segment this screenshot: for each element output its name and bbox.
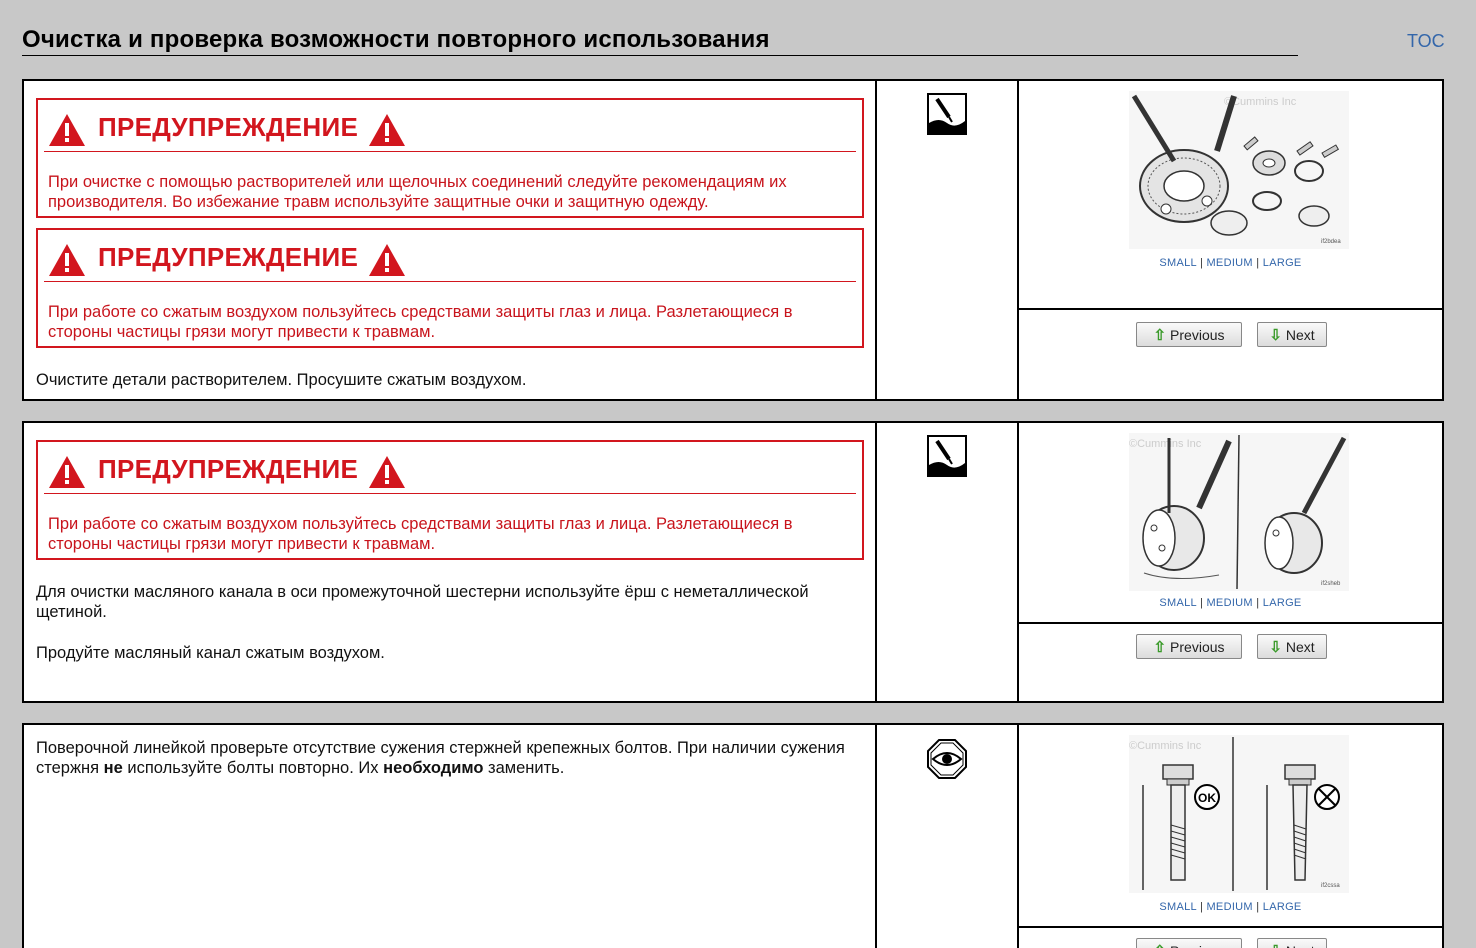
figure-code: if2cssa [1321, 883, 1340, 889]
size-medium-link[interactable]: MEDIUM [1206, 257, 1252, 269]
navigation-cell: ⇧Previous ⇩Next [1019, 310, 1442, 399]
warning-triangle-icon [49, 114, 85, 146]
arrow-down-icon: ⇩ [1269, 638, 1282, 656]
warning-triangle-icon [369, 244, 405, 276]
size-medium-link[interactable]: MEDIUM [1206, 597, 1252, 609]
size-large-link[interactable]: LARGE [1263, 901, 1302, 913]
next-button[interactable]: ⇩Next [1257, 938, 1327, 948]
warning-title: ПРЕДУПРЕЖДЕНИЕ [98, 454, 359, 484]
next-button[interactable]: ⇩Next [1257, 322, 1327, 347]
arrow-down-icon: ⇩ [1269, 326, 1282, 344]
warning-title: ПРЕДУПРЕЖДЕНИЕ [98, 242, 359, 272]
shaft-cleaning-illustration[interactable]: ©Cummins Inc if2sheb [1129, 433, 1349, 591]
warning-triangle-icon [369, 114, 405, 146]
step-3: Поверочной линейкой проверьте отсутствие… [22, 723, 1444, 948]
previous-button[interactable]: ⇧Previous [1136, 938, 1242, 948]
step-text-column: Поверочной линейкой проверьте отсутствие… [24, 725, 877, 948]
size-small-link[interactable]: SMALL [1159, 901, 1196, 913]
arrow-up-icon: ⇧ [1153, 326, 1167, 344]
warning-box: ПРЕДУПРЕЖДЕНИЕ При работе со сжатым возд… [36, 228, 864, 348]
navigation-cell: ⇧Previous ⇩Next [1019, 926, 1442, 948]
ok-mark: OK [1198, 791, 1216, 805]
brush-tool-icon [927, 93, 967, 135]
navigation-cell: ⇧Previous ⇩Next [1019, 622, 1442, 701]
size-small-link[interactable]: SMALL [1159, 597, 1196, 609]
next-button[interactable]: ⇩Next [1257, 634, 1327, 659]
figure-cell: ©Cummins Inc OK if2cssa SMALL | MEDIUM |… [1019, 725, 1442, 928]
warning-box: ПРЕДУПРЕЖДЕНИЕ При очистке с помощью рас… [36, 98, 864, 218]
step-1: ПРЕДУПРЕЖДЕНИЕ При очистке с помощью рас… [22, 79, 1444, 401]
step-icon-column [877, 423, 1019, 701]
step-2: ПРЕДУПРЕЖДЕНИЕ При работе со сжатым возд… [22, 421, 1444, 703]
warning-triangle-icon [369, 456, 405, 488]
step-figure-column: ©Cummins Inc if2sheb SMALL | MEDIUM | LA… [1019, 423, 1442, 701]
image-size-links: SMALL | MEDIUM | LARGE [1159, 597, 1302, 609]
step-figure-column: ©Cummins Inc if2bdea SMALL | MEDIUM | LA… [1019, 81, 1442, 399]
size-small-link[interactable]: SMALL [1159, 257, 1196, 269]
previous-button[interactable]: ⇧Previous [1136, 634, 1242, 659]
previous-button[interactable]: ⇧Previous [1136, 322, 1242, 347]
watermark: ©Cummins Inc [1129, 438, 1202, 450]
arrow-up-icon: ⇧ [1153, 638, 1167, 656]
image-size-links: SMALL | MEDIUM | LARGE [1159, 257, 1302, 269]
figure-cell: ©Cummins Inc if2bdea SMALL | MEDIUM | LA… [1019, 81, 1442, 310]
warning-triangle-icon [49, 244, 85, 276]
step-text-column: ПРЕДУПРЕЖДЕНИЕ При работе со сжатым возд… [24, 423, 877, 701]
size-large-link[interactable]: LARGE [1263, 597, 1302, 609]
step-instruction: Поверочной линейкой проверьте отсутствие… [36, 739, 845, 777]
step-instruction: Продуйте масляный канал сжатым воздухом. [36, 644, 385, 662]
warning-text: При работе со сжатым воздухом пользуйтес… [48, 515, 793, 553]
arrow-up-icon: ⇧ [1153, 942, 1166, 948]
size-medium-link[interactable]: MEDIUM [1206, 901, 1252, 913]
step-text-column: ПРЕДУПРЕЖДЕНИЕ При очистке с помощью рас… [24, 81, 877, 399]
title-rule [22, 55, 1298, 56]
warning-text: При работе со сжатым воздухом пользуйтес… [48, 303, 793, 341]
warning-title: ПРЕДУПРЕЖДЕНИЕ [98, 112, 359, 142]
step-instruction: Очистите детали растворителем. Просушите… [36, 371, 527, 389]
arrow-down-icon: ⇩ [1269, 942, 1282, 948]
step-figure-column: ©Cummins Inc OK if2cssa SMALL | MEDIUM |… [1019, 725, 1442, 948]
step-instruction: Для очистки масляного канала в оси проме… [36, 583, 809, 621]
page-title: Очистка и проверка возможности повторног… [22, 26, 770, 53]
bolt-inspection-illustration[interactable]: ©Cummins Inc OK if2cssa [1129, 735, 1349, 893]
gear-parts-illustration[interactable]: ©Cummins Inc if2bdea [1129, 91, 1349, 249]
image-size-links: SMALL | MEDIUM | LARGE [1159, 901, 1302, 913]
warning-box: ПРЕДУПРЕЖДЕНИЕ При работе со сжатым возд… [36, 440, 864, 560]
step-icon-column [877, 725, 1019, 948]
figure-code: if2bdea [1321, 239, 1341, 245]
eye-inspect-icon [927, 739, 967, 779]
warning-text: При очистке с помощью растворителей или … [48, 173, 787, 211]
step-icon-column [877, 81, 1019, 399]
brush-tool-icon [927, 435, 967, 477]
warning-triangle-icon [49, 456, 85, 488]
figure-code: if2sheb [1321, 581, 1341, 587]
toc-link[interactable]: TOC [1407, 31, 1445, 52]
size-large-link[interactable]: LARGE [1263, 257, 1302, 269]
figure-cell: ©Cummins Inc if2sheb SMALL | MEDIUM | LA… [1019, 423, 1442, 624]
watermark: ©Cummins Inc [1129, 740, 1202, 752]
